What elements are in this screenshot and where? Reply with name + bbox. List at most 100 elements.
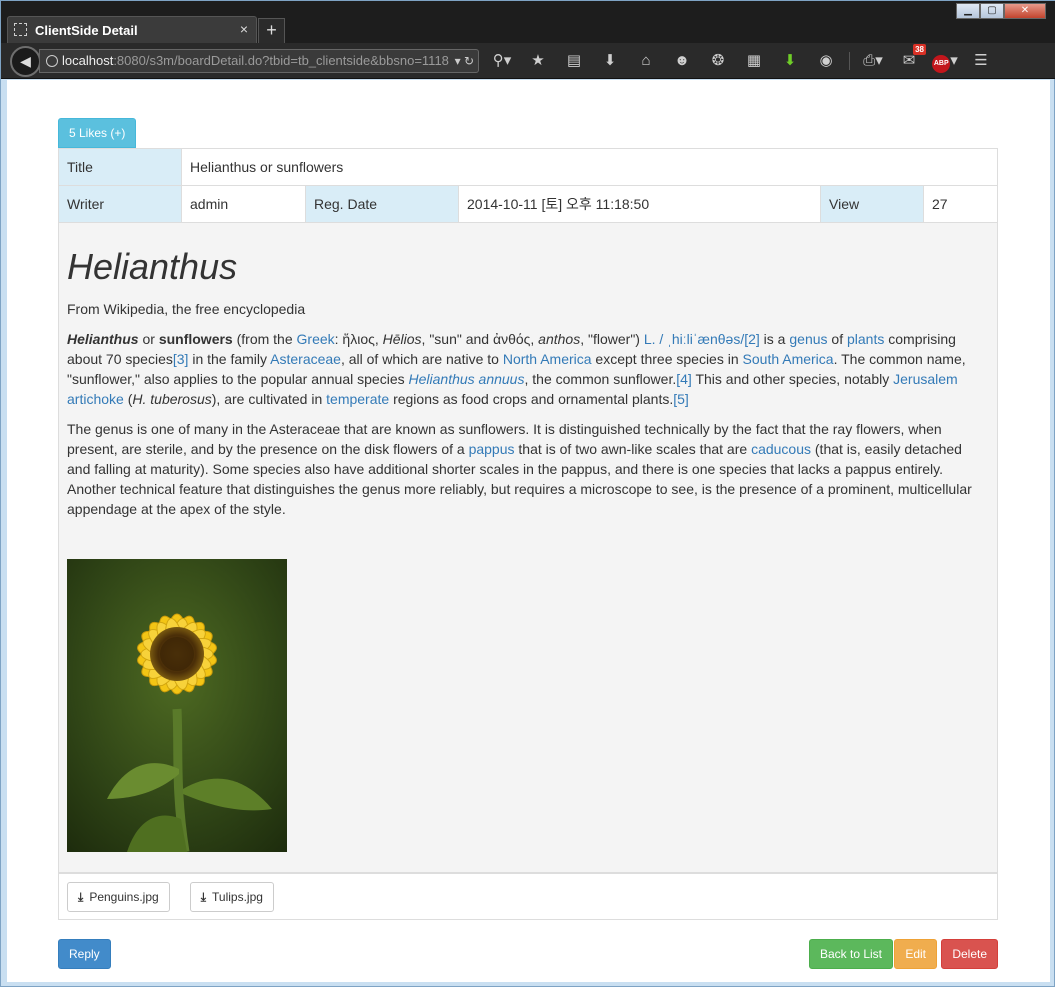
address-bar[interactable]: localhost:8080/s3m/boardDetail.do?tbid=t… (39, 49, 479, 73)
post-content: Helianthus From Wikipedia, the free ency… (58, 223, 998, 873)
text: This and other species, notably (691, 371, 894, 387)
attachment-name: Tulips.jpg (212, 890, 263, 904)
title-value: Helianthus or sunflowers (181, 148, 998, 186)
reload-icon[interactable]: ↻ (464, 54, 474, 68)
history-dropdown-icon[interactable]: ▾ (455, 54, 461, 68)
download-icon[interactable]: ⬇ (597, 50, 623, 72)
page-icon (14, 23, 27, 36)
text-italic: H. tuberosus (132, 391, 212, 407)
tab-clientside-detail[interactable]: ClientSide Detail × (7, 16, 257, 43)
text: , "flower") (580, 331, 644, 347)
writer-label: Writer (58, 185, 182, 223)
title-label: Title (58, 148, 182, 186)
download-helper-icon[interactable]: ⬇ (777, 50, 803, 72)
text: in the family (188, 351, 271, 367)
edit-button[interactable]: Edit (894, 939, 937, 969)
text: , "sun" and ἀνθός, (421, 331, 539, 347)
link-north-america[interactable]: North America (503, 351, 592, 367)
text-italic: Hēlios (382, 331, 422, 347)
text: except three species in (591, 351, 743, 367)
chat-icon[interactable]: ☻ (669, 50, 695, 72)
window-controls: ▁ ▢ ✕ (956, 3, 1046, 19)
article-paragraph-2: The genus is one of many in the Asterace… (67, 419, 989, 519)
link-greek[interactable]: Greek (297, 331, 335, 347)
view-value: 27 (923, 185, 998, 223)
close-window-button[interactable]: ✕ (1004, 3, 1046, 19)
text: or (138, 331, 159, 347)
adblock-icon[interactable]: ABP ▾ (932, 50, 958, 73)
download-icon: ⤓ (78, 890, 84, 904)
link-temperate[interactable]: temperate (326, 391, 389, 407)
text-italic: anthos (538, 331, 581, 347)
regdate-label: Reg. Date (305, 185, 459, 223)
tab-close-icon[interactable]: × (240, 21, 248, 37)
toolbar: ⚲▾ ★ ▤ ⬇ ⌂ ☻ ❂ ▦ ⬇ ◉ ⎙▾ ✉ 38 ABP ▾ ☰ (489, 44, 1004, 73)
term-sunflowers: sunflowers (158, 331, 233, 347)
text: is a (759, 331, 790, 347)
browser-window: ClientSide Detail × + ▁ ▢ ✕ ◀ localhost:… (0, 0, 1055, 987)
reply-button[interactable]: Reply (58, 939, 111, 969)
abp-label: ABP (932, 55, 951, 73)
bookmark-star-icon[interactable]: ★ (525, 50, 551, 72)
addon-icon[interactable]: ❂ (705, 50, 731, 72)
attachment-tulips[interactable]: ⤓ Tulips.jpg (189, 882, 274, 912)
tab-title: ClientSide Detail (35, 23, 138, 38)
link-caducous[interactable]: caducous (751, 441, 811, 457)
reading-list-icon[interactable]: ▤ (561, 50, 587, 72)
article-subtitle: From Wikipedia, the free encyclopedia (67, 301, 306, 317)
regdate-value: 2014-10-11 [토] 오후 11:18:50 (458, 185, 821, 223)
page-viewport: 5 Likes (+) Title Helianthus or sunflowe… (7, 80, 1050, 982)
toolbar-separator (849, 52, 850, 70)
back-button[interactable]: ◀ (10, 46, 41, 77)
link-pronunciation[interactable]: L. / ˌhiːliˈænθəs/ (644, 331, 744, 347)
attachments-bar: ⤓ Penguins.jpg ⤓ Tulips.jpg (58, 873, 998, 920)
screenshot-icon[interactable]: ▦ (741, 50, 767, 72)
attachment-name: Penguins.jpg (89, 890, 159, 904)
home-icon[interactable]: ⌂ (633, 50, 659, 72)
new-tab-button[interactable]: + (258, 18, 285, 43)
link-pappus[interactable]: pappus (469, 441, 515, 457)
search-icon[interactable]: ⚲▾ (489, 50, 515, 72)
likes-button[interactable]: 5 Likes (+) (58, 118, 137, 148)
link-helianthus-annuus[interactable]: Helianthus annuus (409, 371, 525, 387)
eye-icon[interactable]: ◉ (813, 50, 839, 72)
text: ), are cultivated in (211, 391, 327, 407)
writer-value: admin (181, 185, 306, 223)
url-actions: ▾ ↻ (450, 50, 474, 72)
delete-button[interactable]: Delete (941, 939, 998, 969)
post-meta-table: Title Helianthus or sunflowers Writer ad… (58, 148, 998, 223)
text: of (827, 331, 847, 347)
text: , the common sunflower. (524, 371, 677, 387)
attachment-penguins[interactable]: ⤓ Penguins.jpg (67, 882, 170, 912)
url-host: localhost (62, 53, 114, 68)
link-ref-2[interactable]: [2] (744, 331, 760, 347)
action-row: Reply Back to List Edit Delete (58, 939, 998, 969)
article-heading: Helianthus (67, 246, 238, 287)
minimize-button[interactable]: ▁ (956, 3, 980, 19)
link-ref-4[interactable]: [4] (676, 371, 692, 387)
article-paragraph-1: Helianthus or sunflowers (from the Greek… (67, 329, 989, 409)
url-path: :8080/s3m/boardDetail.do?tbid=tb_clients… (113, 53, 449, 68)
board-detail: 5 Likes (+) Title Helianthus or sunflowe… (58, 118, 998, 969)
text: , all of which are native to (340, 351, 503, 367)
text: : ἥλιος, (334, 331, 383, 347)
sunflower-image (67, 559, 287, 852)
gmail-icon[interactable]: ✉ 38 (896, 44, 926, 72)
term-helianthus: Helianthus (67, 331, 139, 347)
gmail-badge: 38 (913, 44, 926, 55)
print-icon[interactable]: ⎙▾ (860, 50, 886, 72)
maximize-button[interactable]: ▢ (980, 3, 1004, 19)
info-row: Writer admin Reg. Date 2014-10-11 [토] 오후… (58, 185, 998, 223)
link-ref-5[interactable]: [5] (673, 391, 689, 407)
title-row: Title Helianthus or sunflowers (58, 148, 998, 186)
menu-icon[interactable]: ☰ (968, 50, 994, 72)
link-plants[interactable]: plants (847, 331, 884, 347)
link-asteraceae[interactable]: Asteraceae (270, 351, 341, 367)
globe-icon (46, 55, 58, 67)
link-south-america[interactable]: South America (743, 351, 834, 367)
back-to-list-button[interactable]: Back to List (808, 939, 893, 969)
link-genus[interactable]: genus (789, 331, 827, 347)
text: that is of two awn-like scales that are (514, 441, 752, 457)
text: regions as food crops and ornamental pla… (389, 391, 674, 407)
link-ref-3[interactable]: [3] (173, 351, 189, 367)
